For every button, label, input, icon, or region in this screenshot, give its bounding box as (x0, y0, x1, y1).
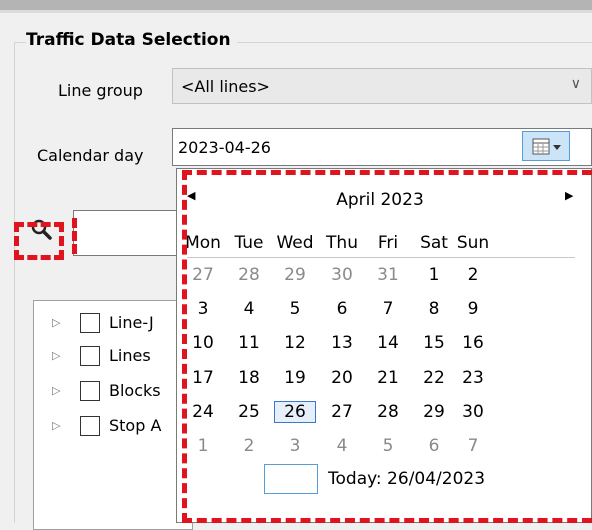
highlight-search-icon (14, 222, 64, 260)
expand-arrow-icon[interactable]: ▷ (52, 384, 60, 397)
line-group-label: Line group (58, 81, 143, 100)
checkbox[interactable] (80, 313, 100, 333)
calendar-grid-icon (532, 138, 561, 155)
expand-arrow-icon[interactable]: ▷ (52, 316, 60, 329)
tree-item-label: Lines (109, 346, 151, 365)
calendar-day-label: Calendar day (37, 146, 144, 165)
group-box-left-border (14, 42, 15, 523)
line-group-value: <All lines> (181, 77, 270, 96)
search-input[interactable] (73, 210, 183, 256)
checkbox[interactable] (80, 346, 100, 366)
group-title: Traffic Data Selection (26, 30, 237, 50)
tree-item-label: Stop A (109, 416, 162, 435)
chevron-down-icon: ∨ (570, 76, 581, 92)
calendar-dropdown-button[interactable] (522, 131, 570, 161)
checkbox[interactable] (80, 416, 100, 436)
line-group-select[interactable]: <All lines> ∨ (172, 68, 592, 104)
expand-arrow-icon[interactable]: ▷ (52, 349, 60, 362)
window-top-bar (0, 0, 592, 10)
selection-tree: ▷ Line-J ▷ Lines ▷ Blocks ▷ Stop A (33, 300, 193, 530)
tree-item-label: Line-J (109, 313, 154, 332)
top-bar-shade (0, 10, 592, 13)
highlight-search-input-edge (72, 218, 84, 254)
expand-arrow-icon[interactable]: ▷ (52, 419, 60, 432)
calendar-day-value: 2023-04-26 (178, 138, 271, 157)
highlight-calendar-popup (182, 170, 592, 523)
tree-item-label: Blocks (109, 381, 161, 400)
checkbox[interactable] (80, 381, 100, 401)
